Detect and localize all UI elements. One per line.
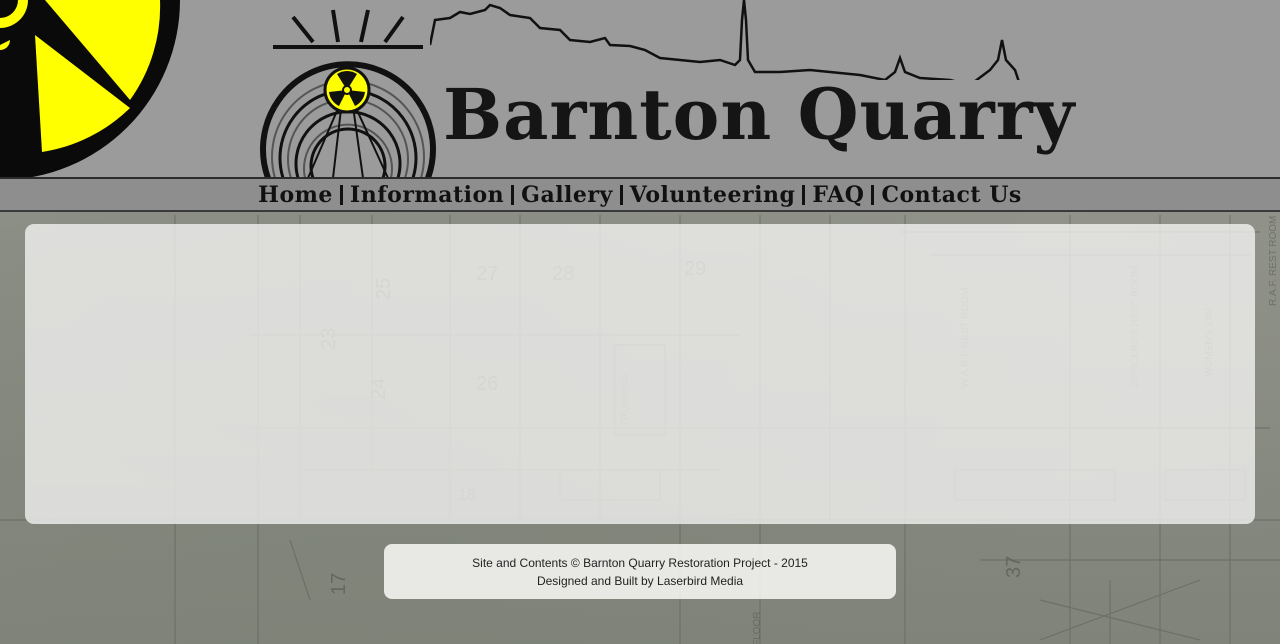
nav-faq[interactable]: FAQ — [808, 182, 868, 208]
nav-bar: Home Information Gallery Volunteering FA… — [0, 177, 1280, 212]
nav-gallery[interactable]: Gallery — [517, 182, 617, 208]
nav-separator — [619, 184, 623, 205]
site-title[interactable]: Barnton Quarry — [443, 70, 1075, 160]
footer-copyright: Site and Contents © Barnton Quarry Resto… — [472, 556, 808, 570]
site-footer: Site and Contents © Barnton Quarry Resto… — [384, 544, 896, 599]
svg-text:37: 37 — [1003, 556, 1025, 578]
city-skyline-icon — [430, 0, 1020, 80]
footer-credit: Designed and Built by Laserbird Media — [536, 574, 744, 588]
main-navigation: Home Information Gallery Volunteering FA… — [0, 179, 1280, 210]
svg-text:FLOOR: FLOOR — [752, 612, 763, 644]
radiation-trefoil-icon — [0, 0, 180, 178]
nav-separator — [802, 184, 806, 205]
nav-separator — [871, 184, 875, 205]
svg-text:17: 17 — [328, 573, 350, 595]
site-header: Barnton Quarry — [0, 0, 1280, 178]
main-content-panel — [25, 224, 1255, 524]
nav-information[interactable]: Information — [346, 182, 508, 208]
tunnel-radiation-logo-icon — [260, 9, 436, 178]
nav-separator — [339, 184, 343, 205]
nav-home[interactable]: Home — [254, 182, 337, 208]
nav-separator — [511, 184, 515, 205]
nav-volunteering[interactable]: Volunteering — [626, 182, 800, 208]
svg-text:R.A.F. REST ROOM: R.A.F. REST ROOM — [1268, 216, 1279, 306]
nav-contact-us[interactable]: Contact Us — [877, 182, 1025, 208]
